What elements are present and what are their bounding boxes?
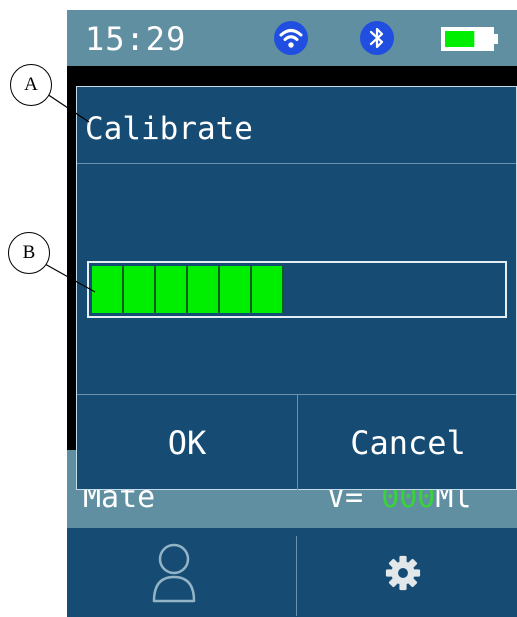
callout-a: A <box>10 64 52 106</box>
callout-b: B <box>8 232 50 274</box>
callout-leader-lines <box>44 93 96 293</box>
